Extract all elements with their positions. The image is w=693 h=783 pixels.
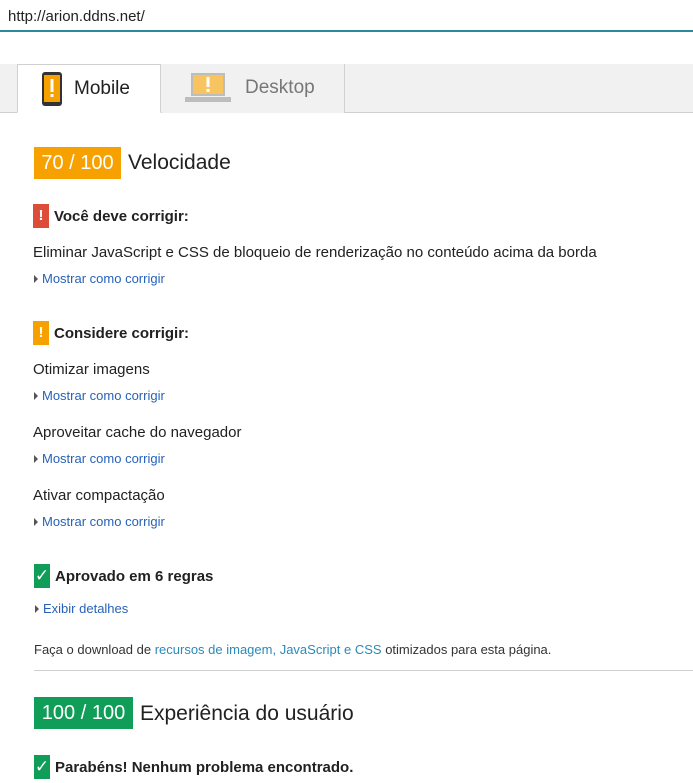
download-prefix: Faça o download de xyxy=(34,642,155,657)
ux-section-title: Experiência do usuário xyxy=(140,702,354,725)
download-suffix: otimizados para esta página. xyxy=(381,642,552,657)
consider-fix-heading: Considere corrigir: xyxy=(54,325,190,342)
speed-section-title: Velocidade xyxy=(128,151,231,174)
expand-triangle-icon xyxy=(34,275,38,283)
url-text[interactable]: http://arion.ddns.net/ xyxy=(8,8,145,25)
rule-browser-cache: Aproveitar cache do navegador xyxy=(33,424,242,441)
link-label[interactable]: Exibir detalhes xyxy=(43,601,128,616)
expand-triangle-icon xyxy=(35,605,39,613)
tab-mobile[interactable]: Mobile xyxy=(17,64,161,113)
show-fix-link-optimize-images[interactable]: Mostrar como corrigir xyxy=(34,388,165,403)
link-label[interactable]: Mostrar como corrigir xyxy=(42,388,165,403)
show-fix-link-compression[interactable]: Mostrar como corrigir xyxy=(34,514,165,529)
tab-mobile-label: Mobile xyxy=(74,78,130,99)
phone-warning-icon xyxy=(42,72,62,106)
speed-score-badge: 70 / 100 xyxy=(34,147,121,179)
show-fix-link-render-blocking[interactable]: Mostrar como corrigir xyxy=(34,271,165,286)
ux-passed-check-icon: ✓ xyxy=(34,755,50,779)
device-tabs: Mobile Desktop xyxy=(0,64,693,113)
passed-check-icon: ✓ xyxy=(34,564,50,588)
ux-score-badge: 100 / 100 xyxy=(34,697,133,729)
show-fix-link-browser-cache[interactable]: Mostrar como corrigir xyxy=(34,451,165,466)
laptop-warning-icon xyxy=(185,73,231,102)
download-resources-link[interactable]: recursos de imagem, JavaScript e CSS xyxy=(155,642,382,657)
must-fix-alert-icon: ! xyxy=(33,204,49,228)
expand-triangle-icon xyxy=(34,392,38,400)
tab-desktop-label: Desktop xyxy=(245,77,315,98)
ux-passed-heading: Parabéns! Nenhum problema encontrado. xyxy=(55,759,354,776)
expand-triangle-icon xyxy=(34,518,38,526)
rule-optimize-images: Otimizar imagens xyxy=(33,361,150,378)
url-bar[interactable]: http://arion.ddns.net/ xyxy=(0,0,693,32)
rule-compression: Ativar compactação xyxy=(33,487,165,504)
consider-fix-warning-icon: ! xyxy=(33,321,49,345)
link-label[interactable]: Mostrar como corrigir xyxy=(42,451,165,466)
passed-rules-heading: Aprovado em 6 regras xyxy=(55,568,214,585)
link-label[interactable]: Mostrar como corrigir xyxy=(42,271,165,286)
link-label[interactable]: Mostrar como corrigir xyxy=(42,514,165,529)
tab-desktop[interactable]: Desktop xyxy=(162,64,345,113)
show-details-link[interactable]: Exibir detalhes xyxy=(35,601,128,616)
section-divider xyxy=(34,670,693,671)
download-resources-text: Faça o download de recursos de imagem, J… xyxy=(34,642,551,657)
must-fix-heading: Você deve corrigir: xyxy=(54,208,189,225)
expand-triangle-icon xyxy=(34,455,38,463)
rule-render-blocking: Eliminar JavaScript e CSS de bloqueio de… xyxy=(33,244,597,261)
